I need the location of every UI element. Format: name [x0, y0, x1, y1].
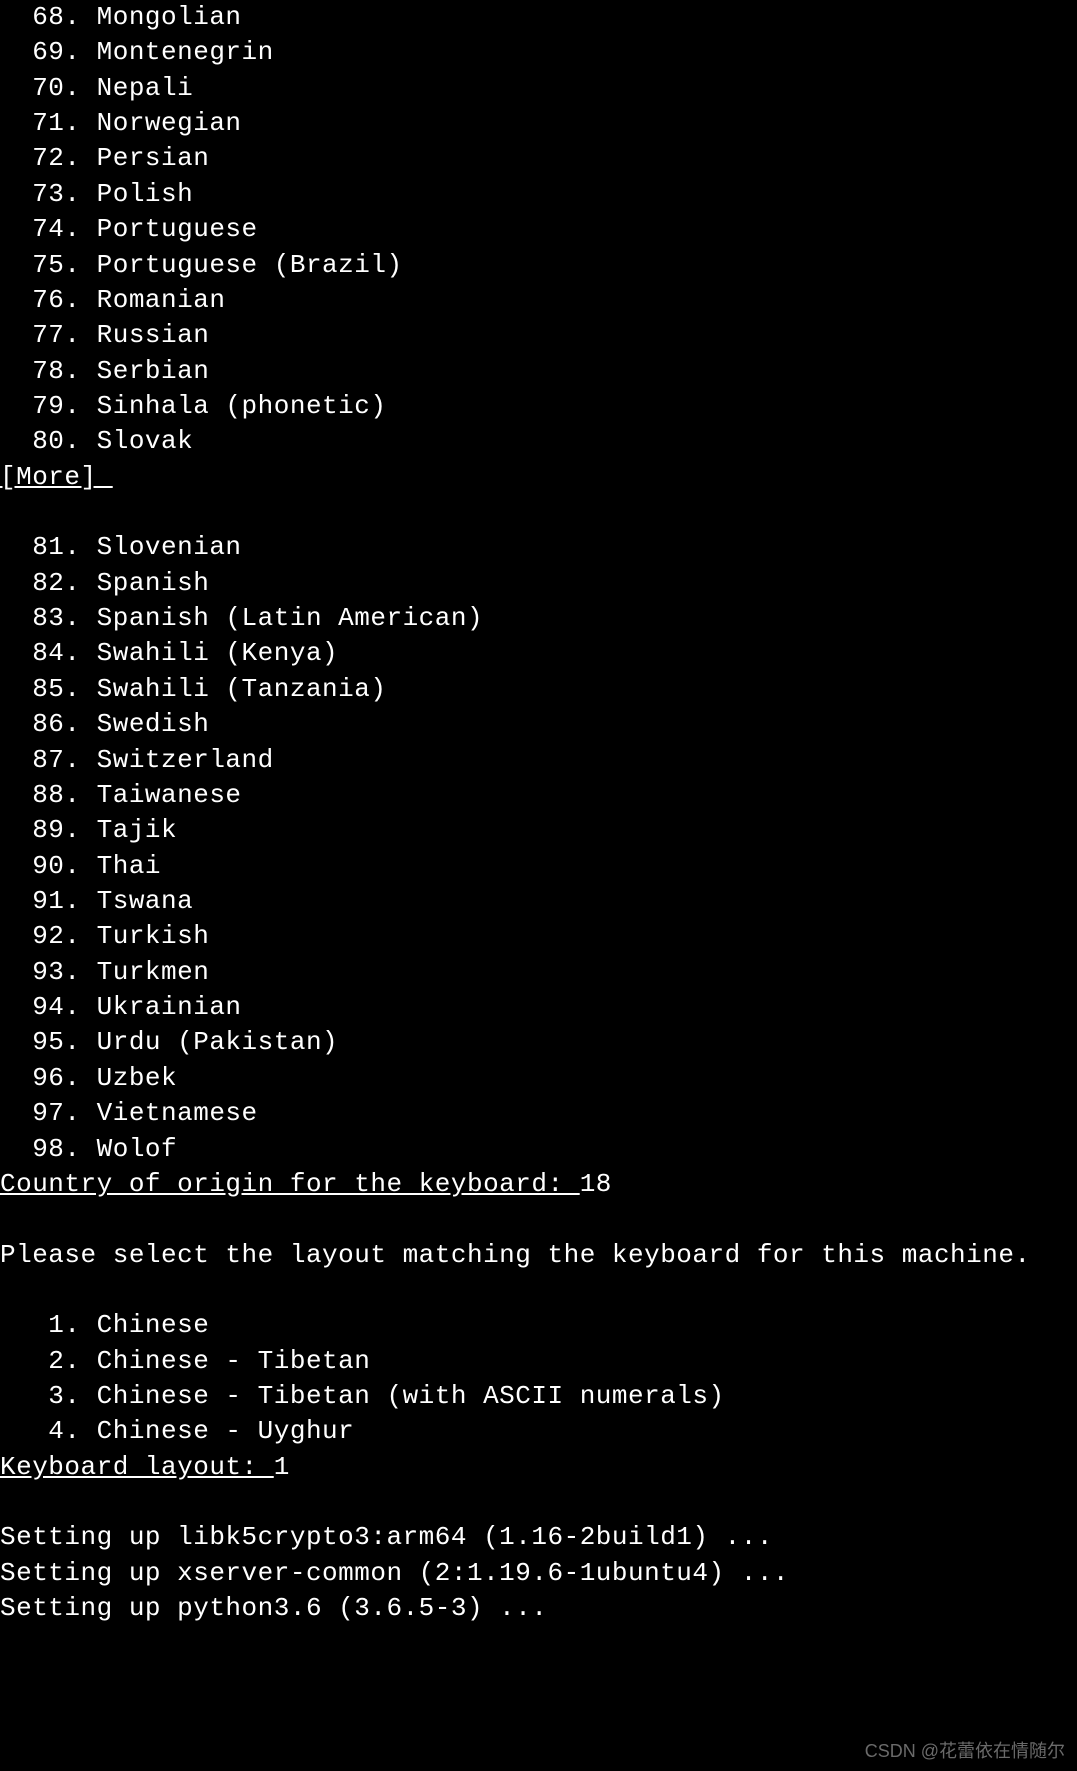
- language-option: 98. Wolof: [0, 1132, 1077, 1167]
- language-option: 96. Uzbek: [0, 1061, 1077, 1096]
- blank-line: [0, 1202, 1077, 1237]
- layout-prompt-line[interactable]: Keyboard layout: 1: [0, 1450, 1077, 1485]
- language-option: 75. Portuguese (Brazil): [0, 248, 1077, 283]
- country-prompt-value: 18: [580, 1169, 612, 1199]
- layout-option: 4. Chinese - Uyghur: [0, 1414, 1077, 1449]
- layout-prompt-value: 1: [274, 1452, 290, 1482]
- language-option: 73. Polish: [0, 177, 1077, 212]
- layout-option: 1. Chinese: [0, 1308, 1077, 1343]
- language-option: 68. Mongolian: [0, 0, 1077, 35]
- language-option: 80. Slovak: [0, 424, 1077, 459]
- keyboard-layout-list: 1. Chinese 2. Chinese - Tibetan 3. Chine…: [0, 1308, 1077, 1449]
- layout-option: 3. Chinese - Tibetan (with ASCII numeral…: [0, 1379, 1077, 1414]
- language-option: 70. Nepali: [0, 71, 1077, 106]
- layout-option: 2. Chinese - Tibetan: [0, 1344, 1077, 1379]
- language-option: 83. Spanish (Latin American): [0, 601, 1077, 636]
- country-prompt-line[interactable]: Country of origin for the keyboard: 18: [0, 1167, 1077, 1202]
- more-pager-link[interactable]: [More]: [0, 460, 1077, 495]
- language-option: 85. Swahili (Tanzania): [0, 672, 1077, 707]
- setup-status-line: Setting up libk5crypto3:arm64 (1.16-2bui…: [0, 1520, 1077, 1555]
- language-option: 82. Spanish: [0, 566, 1077, 601]
- language-option: 94. Ukrainian: [0, 990, 1077, 1025]
- setup-status-line: Setting up python3.6 (3.6.5-3) ...: [0, 1591, 1077, 1626]
- language-option: 81. Slovenian: [0, 530, 1077, 565]
- language-option: 71. Norwegian: [0, 106, 1077, 141]
- setup-status-section: Setting up libk5crypto3:arm64 (1.16-2bui…: [0, 1520, 1077, 1626]
- language-option: 95. Urdu (Pakistan): [0, 1025, 1077, 1060]
- setup-status-line: Setting up xserver-common (2:1.19.6-1ubu…: [0, 1556, 1077, 1591]
- language-option: 74. Portuguese: [0, 212, 1077, 247]
- terminal-output: 68. Mongolian 69. Montenegrin 70. Nepali…: [0, 0, 1077, 1627]
- language-option: 84. Swahili (Kenya): [0, 636, 1077, 671]
- language-option: 91. Tswana: [0, 884, 1077, 919]
- language-option: 78. Serbian: [0, 354, 1077, 389]
- language-option: 88. Taiwanese: [0, 778, 1077, 813]
- language-list-section-2: 81. Slovenian 82. Spanish 83. Spanish (L…: [0, 530, 1077, 1166]
- language-option: 93. Turkmen: [0, 955, 1077, 990]
- layout-prompt-label: Keyboard layout:: [0, 1452, 274, 1482]
- language-option: 97. Vietnamese: [0, 1096, 1077, 1131]
- language-option: 86. Swedish: [0, 707, 1077, 742]
- layout-instruction: Please select the layout matching the ke…: [0, 1238, 1077, 1273]
- blank-line: [0, 495, 1077, 530]
- watermark-text: CSDN @花蕾依在情随尔: [865, 1739, 1065, 1763]
- language-option: 77. Russian: [0, 318, 1077, 353]
- language-list-section-1: 68. Mongolian 69. Montenegrin 70. Nepali…: [0, 0, 1077, 460]
- language-option: 90. Thai: [0, 849, 1077, 884]
- language-option: 87. Switzerland: [0, 743, 1077, 778]
- language-option: 72. Persian: [0, 141, 1077, 176]
- language-option: 89. Tajik: [0, 813, 1077, 848]
- language-option: 69. Montenegrin: [0, 35, 1077, 70]
- language-option: 79. Sinhala (phonetic): [0, 389, 1077, 424]
- blank-line: [0, 1273, 1077, 1308]
- language-option: 92. Turkish: [0, 919, 1077, 954]
- language-option: 76. Romanian: [0, 283, 1077, 318]
- country-prompt-label: Country of origin for the keyboard:: [0, 1169, 580, 1199]
- blank-line: [0, 1485, 1077, 1520]
